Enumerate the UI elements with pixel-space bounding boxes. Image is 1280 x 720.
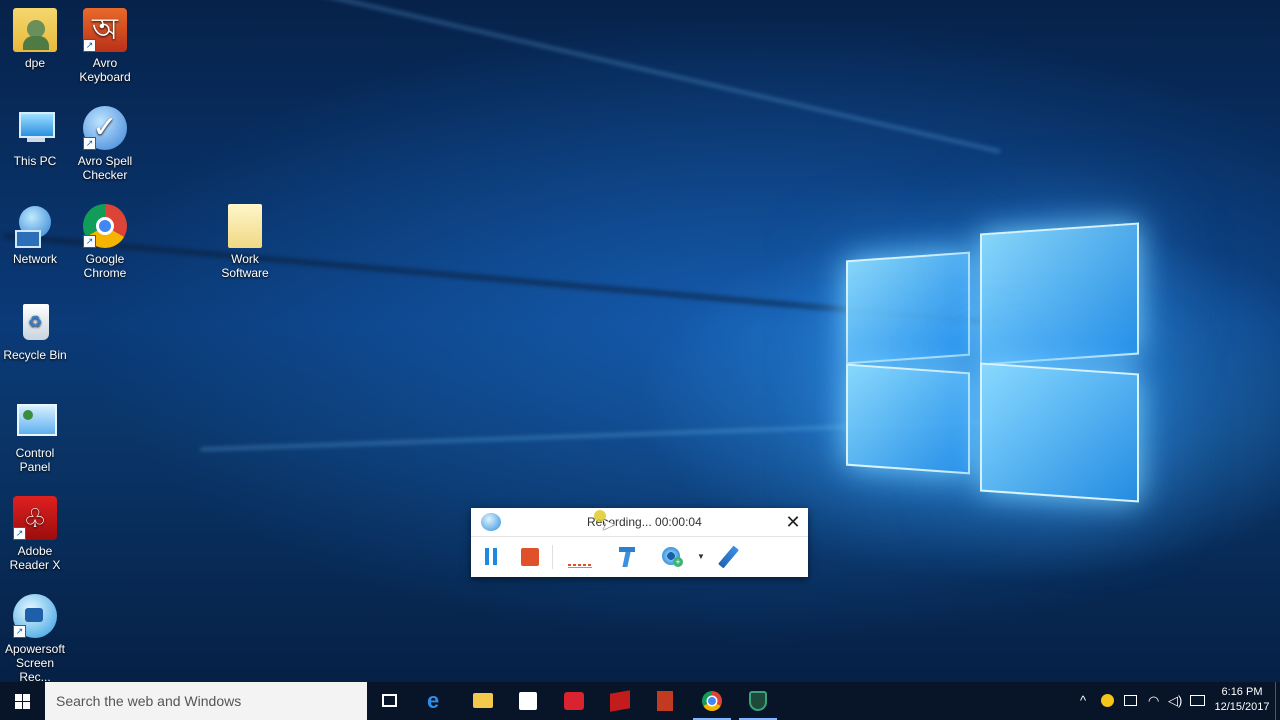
recorder-toolbar: + ▼: [471, 538, 808, 577]
taskbar-app-reader[interactable]: [643, 682, 689, 720]
store-icon: [519, 692, 537, 710]
shortcut-arrow-icon: ↗: [13, 527, 26, 540]
taskbar-file-explorer[interactable]: [460, 682, 506, 720]
windows-start-icon: [15, 694, 30, 709]
desktop-icon-google-chrome[interactable]: ↗ Google Chrome: [70, 204, 140, 280]
folder-icon: [228, 204, 262, 248]
desktop-icon-label: Apowersoft Screen Rec...: [4, 642, 66, 684]
add-icon: +: [673, 557, 683, 567]
desktop-icon-label: Network: [12, 252, 57, 266]
taskbar-recorder[interactable]: [735, 682, 781, 720]
keyboard-icon[interactable]: [1190, 695, 1205, 706]
taskbar-chrome[interactable]: [689, 682, 735, 720]
wifi-icon[interactable]: ◠: [1148, 693, 1159, 709]
desktop-icon-label: dpe: [24, 56, 46, 70]
toolbox-icon: [619, 547, 635, 567]
recorder-app-icon: [481, 513, 501, 531]
desktop-icon-work-software[interactable]: Work Software: [210, 204, 280, 280]
spell-check-icon: ✓ ↗: [83, 106, 127, 150]
shortcut-arrow-icon: ↗: [83, 235, 96, 248]
clock[interactable]: 6:16 PM 12/15/2017: [1214, 685, 1270, 715]
desktop-icon-network[interactable]: Network: [0, 204, 70, 266]
desktop-icon-dpe[interactable]: dpe: [0, 8, 70, 70]
desktop-icon-label: Adobe Reader X: [9, 544, 61, 572]
control-panel-icon: [13, 398, 57, 442]
desktop-icon-apowersoft[interactable]: ↗ Apowersoft Screen Rec...: [0, 594, 70, 684]
taskbar-app-red[interactable]: [551, 682, 597, 720]
logo-pane-bottom-left: [846, 363, 970, 475]
app-icon: [610, 690, 630, 712]
audio-level-button[interactable]: [566, 544, 594, 570]
chrome-icon: ↗: [83, 204, 127, 248]
pause-icon: [485, 548, 489, 565]
logo-pane-top-right: [980, 222, 1139, 366]
desktop-icon-this-pc[interactable]: This PC: [0, 106, 70, 168]
desktop-icon-avro-spell-checker[interactable]: ✓ ↗ Avro Spell Checker: [70, 106, 140, 182]
stop-button[interactable]: [516, 544, 544, 570]
desktop-icon-label: Avro Keyboard: [79, 56, 131, 84]
tray-app-icon[interactable]: [1101, 694, 1114, 707]
toolbar-divider: [552, 545, 553, 569]
recorder-titlebar[interactable]: Recording... 00:00:04 ✕: [471, 508, 808, 537]
app-icon: [657, 691, 673, 711]
desktop-icon-recycle-bin[interactable]: ♻ Recycle Bin: [0, 300, 70, 362]
pen-icon: [718, 545, 739, 569]
close-icon[interactable]: ✕: [783, 511, 803, 533]
pointer-arrow-icon: ➤: [601, 515, 616, 534]
screen-recorder-widget[interactable]: Recording... 00:00:04 ✕ + ▼: [471, 508, 808, 577]
webcam-button[interactable]: +: [659, 544, 687, 570]
search-placeholder: Search the web and Windows: [56, 693, 242, 709]
desktop-icon-label: Control Panel: [15, 446, 55, 474]
user-folder-icon: [13, 8, 57, 52]
taskbar: Search the web and Windows e ^ ◠ ◁) 6:16…: [0, 682, 1280, 720]
task-view-button[interactable]: [367, 682, 413, 720]
desktop: dpe অ ↗ Avro Keyboard This PC ✓ ↗ Avro S…: [0, 0, 1280, 720]
shield-icon: [749, 691, 767, 711]
adobe-reader-icon: ♧ ↗: [13, 496, 57, 540]
desktop-icon-control-panel[interactable]: Control Panel: [0, 398, 70, 474]
app-icon: [564, 692, 584, 710]
edge-icon: e: [427, 688, 440, 713]
desktop-icon-label: Recycle Bin: [3, 348, 67, 362]
taskbar-app-box[interactable]: [597, 682, 643, 720]
chevron-down-icon[interactable]: ▼: [697, 552, 705, 561]
desktop-icon-label: This PC: [13, 154, 57, 168]
pause-button[interactable]: [477, 544, 505, 570]
volume-icon[interactable]: ◁): [1168, 693, 1182, 709]
network-globe-icon: [13, 204, 57, 248]
recycle-bin-icon: ♻: [13, 300, 57, 344]
search-input[interactable]: Search the web and Windows: [45, 682, 367, 720]
logo-pane-top-left: [846, 251, 970, 365]
toolbox-button[interactable]: [613, 544, 641, 570]
shortcut-arrow-icon: ↗: [13, 625, 26, 638]
desktop-icon-label: Work Software: [221, 252, 269, 280]
taskbar-store[interactable]: [505, 682, 551, 720]
chrome-icon: [702, 691, 722, 711]
show-desktop-button[interactable]: [1275, 682, 1280, 720]
avro-keyboard-icon: অ ↗: [83, 8, 127, 52]
shortcut-arrow-icon: ↗: [83, 39, 96, 52]
folder-icon: [473, 693, 493, 708]
tray-device-icon[interactable]: [1124, 695, 1137, 706]
audio-level-icon: [568, 564, 592, 566]
desktop-icon-adobe-reader[interactable]: ♧ ↗ Adobe Reader X: [0, 496, 70, 572]
logo-pane-bottom-right: [980, 362, 1139, 503]
desktop-icon-avro-keyboard[interactable]: অ ↗ Avro Keyboard: [70, 8, 140, 84]
computer-icon: [13, 106, 57, 150]
desktop-icon-label: Avro Spell Checker: [77, 154, 133, 182]
screen-recorder-icon: ↗: [13, 594, 57, 638]
task-view-icon: [382, 694, 397, 707]
desktop-icon-label: Google Chrome: [83, 252, 127, 280]
clock-time: 6:16 PM: [1221, 686, 1263, 698]
start-button[interactable]: [0, 682, 45, 720]
clock-date: 12/15/2017: [1214, 701, 1270, 713]
chevron-up-icon[interactable]: ^: [1080, 693, 1086, 708]
taskbar-edge[interactable]: e: [414, 682, 460, 720]
annotate-button[interactable]: [713, 544, 741, 570]
stop-icon: [521, 548, 539, 566]
light-beam: [142, 0, 1001, 153]
shortcut-arrow-icon: ↗: [83, 137, 96, 150]
